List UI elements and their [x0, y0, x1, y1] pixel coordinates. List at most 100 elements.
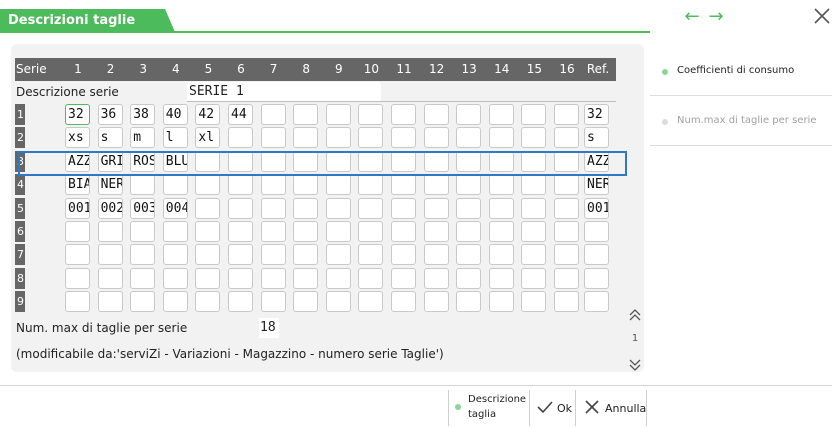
size-cell[interactable]	[488, 127, 514, 149]
size-cell[interactable]	[325, 197, 351, 219]
size-cell[interactable]	[521, 291, 547, 313]
size-cell[interactable]	[391, 127, 416, 149]
size-cell[interactable]	[358, 104, 384, 125]
size-cell[interactable]	[423, 197, 449, 219]
close-icon[interactable]	[814, 8, 832, 28]
size-cell[interactable]: m	[130, 127, 156, 149]
size-cell[interactable]: 44	[228, 104, 253, 125]
size-cell[interactable]	[554, 174, 579, 196]
size-cell[interactable]	[293, 244, 319, 266]
size-cell[interactable]	[162, 267, 188, 289]
size-cell[interactable]	[391, 104, 416, 125]
size-cell[interactable]	[521, 104, 547, 125]
size-cell[interactable]	[325, 174, 351, 196]
size-cell[interactable]	[358, 174, 384, 196]
size-cell[interactable]	[325, 244, 351, 266]
ref-cell[interactable]	[584, 221, 609, 242]
ok-button[interactable]: Ok	[530, 388, 575, 427]
size-cell[interactable]	[130, 174, 156, 196]
size-cell[interactable]	[456, 104, 482, 125]
nummax-field[interactable]: 18	[259, 318, 279, 338]
size-cell[interactable]	[260, 104, 286, 125]
size-cell[interactable]	[456, 267, 482, 289]
size-cell[interactable]	[456, 174, 482, 196]
size-cell[interactable]	[195, 197, 221, 219]
size-cell[interactable]	[97, 244, 123, 266]
size-cell[interactable]	[162, 174, 188, 196]
size-cell[interactable]	[260, 174, 286, 196]
size-cell[interactable]	[423, 127, 449, 149]
size-cell[interactable]	[195, 244, 221, 266]
size-cell[interactable]	[195, 174, 221, 196]
ref-cell[interactable]: 001	[584, 197, 609, 219]
size-cell[interactable]	[228, 291, 253, 313]
description-field[interactable]: SERIE 1	[187, 82, 381, 102]
size-cell[interactable]	[521, 267, 547, 289]
size-cell[interactable]	[293, 104, 319, 125]
size-cell[interactable]	[521, 174, 547, 196]
size-cell[interactable]	[325, 267, 351, 289]
size-cell[interactable]: BIA	[65, 174, 90, 196]
size-cell[interactable]	[325, 104, 351, 125]
size-cell[interactable]	[162, 244, 188, 266]
size-cell[interactable]: 32	[65, 104, 90, 125]
size-cell[interactable]: xl	[195, 127, 221, 149]
size-cell[interactable]	[488, 291, 514, 313]
size-cell[interactable]	[488, 267, 514, 289]
size-cell[interactable]	[391, 174, 416, 196]
size-cell[interactable]	[521, 197, 547, 219]
size-cell[interactable]	[130, 267, 156, 289]
size-cell[interactable]	[325, 127, 351, 149]
size-cell[interactable]	[228, 267, 253, 289]
size-cell[interactable]	[260, 244, 286, 266]
size-cell[interactable]	[554, 244, 579, 266]
size-cell[interactable]	[554, 221, 579, 242]
ref-cell[interactable]: NER	[584, 174, 609, 196]
size-cell[interactable]	[554, 127, 579, 149]
size-cell[interactable]	[228, 174, 253, 196]
size-cell[interactable]	[293, 291, 319, 313]
size-cell[interactable]	[195, 291, 221, 313]
size-cell[interactable]	[97, 291, 123, 313]
size-cell[interactable]	[391, 267, 416, 289]
size-cell[interactable]	[162, 221, 188, 242]
size-cell[interactable]	[456, 291, 482, 313]
size-cell[interactable]	[195, 221, 221, 242]
size-cell[interactable]	[195, 267, 221, 289]
side-item-nummax[interactable]: Num.max di taglie per serie	[650, 96, 832, 146]
size-cell[interactable]	[456, 244, 482, 266]
ref-cell[interactable]: s	[584, 127, 609, 149]
size-cell[interactable]: 38	[130, 104, 156, 125]
size-cell[interactable]	[358, 197, 384, 219]
size-cell[interactable]: NER	[97, 174, 123, 196]
size-cell[interactable]	[228, 127, 253, 149]
size-cell[interactable]	[488, 197, 514, 219]
double-chevron-down-icon[interactable]	[627, 358, 643, 376]
descrizione-taglia-button[interactable]: Descrizione taglia	[449, 388, 529, 427]
size-cell[interactable]: xs	[65, 127, 90, 149]
ref-cell[interactable]	[584, 291, 609, 313]
size-cell[interactable]	[554, 267, 579, 289]
size-cell[interactable]	[162, 291, 188, 313]
size-cell[interactable]	[358, 267, 384, 289]
size-cell[interactable]: 002	[97, 197, 123, 219]
size-cell[interactable]	[228, 244, 253, 266]
size-cell[interactable]	[521, 127, 547, 149]
size-cell[interactable]	[97, 267, 123, 289]
size-cell[interactable]	[358, 127, 384, 149]
size-cell[interactable]	[260, 221, 286, 242]
size-cell[interactable]	[228, 197, 253, 219]
size-cell[interactable]	[456, 221, 482, 242]
size-cell[interactable]	[391, 197, 416, 219]
size-cell[interactable]	[423, 104, 449, 125]
size-cell[interactable]	[391, 221, 416, 242]
size-cell[interactable]: l	[162, 127, 188, 149]
size-cell[interactable]	[554, 104, 579, 125]
size-cell[interactable]	[423, 291, 449, 313]
size-cell[interactable]: 42	[195, 104, 221, 125]
ref-cell[interactable]	[584, 244, 609, 266]
size-cell[interactable]	[358, 291, 384, 313]
size-cell[interactable]: 36	[97, 104, 123, 125]
size-cell[interactable]	[293, 174, 319, 196]
size-cell[interactable]	[391, 244, 416, 266]
